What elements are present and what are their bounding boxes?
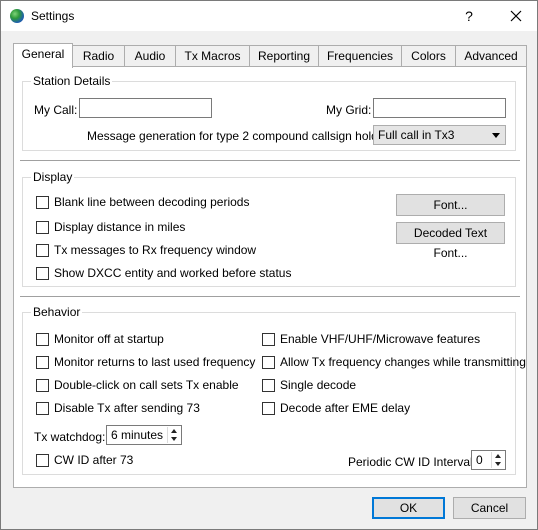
spin-down-icon[interactable]: [171, 437, 177, 441]
spin-down-icon[interactable]: [495, 462, 501, 466]
spin-up-icon[interactable]: [495, 454, 501, 458]
checkbox-box[interactable]: [262, 356, 275, 369]
station-details-group: Station Details My Call: My Grid: Messag…: [22, 74, 516, 151]
font-button[interactable]: Font...: [396, 194, 505, 216]
separator-1: [20, 160, 520, 161]
display-group: Display Blank line between decoding peri…: [22, 170, 516, 287]
tab-tx-macros[interactable]: Tx Macros: [175, 45, 250, 67]
checkbox-box[interactable]: [262, 402, 275, 415]
tx-watchdog-spinbox[interactable]: 6 minutes: [106, 425, 182, 445]
checkbox-label: Double-click on call sets Tx enable: [54, 378, 239, 392]
behavior-title: Behavior: [31, 305, 83, 319]
checkbox-box[interactable]: [36, 221, 49, 234]
tx-watchdog-value: 6 minutes: [111, 428, 164, 442]
checkbox-label: Blank line between decoding periods: [54, 195, 250, 209]
checkbox-box[interactable]: [36, 402, 49, 415]
title-bar: Settings ?: [1, 1, 537, 31]
general-tab-panel: Station Details My Call: My Grid: Messag…: [13, 66, 527, 488]
ok-button[interactable]: OK: [372, 497, 445, 519]
checkbox-label: Tx messages to Rx frequency window: [54, 243, 257, 257]
tab-frequencies[interactable]: Frequencies: [318, 45, 402, 67]
spin-buttons[interactable]: [167, 427, 180, 443]
checkbox-box[interactable]: [262, 379, 275, 392]
tab-colors[interactable]: Colors: [401, 45, 456, 67]
app-globe-icon: [10, 9, 24, 23]
checkbox-label: Monitor returns to last used frequency: [54, 355, 256, 369]
checkbox-label: Disable Tx after sending 73: [54, 401, 200, 415]
chevron-down-icon: [492, 133, 500, 138]
checkbox-box[interactable]: [36, 196, 49, 209]
checkbox-label: Single decode: [280, 378, 357, 392]
tab-general[interactable]: General: [13, 43, 73, 68]
checkbox-box[interactable]: [36, 454, 49, 467]
station-details-title: Station Details: [31, 74, 113, 88]
behavior-group: Behavior Monitor off at startup Monitor …: [22, 305, 526, 475]
tab-audio[interactable]: Audio: [124, 45, 176, 67]
checkbox-label: CW ID after 73: [54, 453, 134, 467]
tab-radio[interactable]: Radio: [72, 45, 125, 67]
tab-advanced[interactable]: Advanced: [455, 45, 527, 67]
msg-gen-label: Message generation for type 2 compound c…: [87, 129, 398, 143]
periodic-cw-value: 0: [476, 453, 483, 467]
checkbox-box[interactable]: [36, 244, 49, 257]
close-button[interactable]: [501, 5, 531, 27]
help-button[interactable]: ?: [457, 5, 481, 27]
checkbox-box[interactable]: [262, 333, 275, 346]
my-call-input[interactable]: [79, 98, 212, 118]
close-icon: [510, 10, 522, 22]
checkbox-label: Display distance in miles: [54, 220, 186, 234]
spin-up-icon[interactable]: [171, 429, 177, 433]
checkbox-box[interactable]: [36, 267, 49, 280]
spin-buttons[interactable]: [491, 452, 504, 468]
cancel-button[interactable]: Cancel: [453, 497, 526, 519]
my-grid-input[interactable]: [373, 98, 506, 118]
window-title: Settings: [31, 9, 75, 23]
msg-gen-value: Full call in Tx3: [378, 128, 455, 142]
checkbox-label: Monitor off at startup: [54, 332, 164, 346]
separator-2: [20, 296, 520, 297]
checkbox-label: Decode after EME delay: [280, 401, 411, 415]
tab-reporting[interactable]: Reporting: [249, 45, 319, 67]
tx-watchdog-label: Tx watchdog:: [34, 430, 106, 444]
checkbox-box[interactable]: [36, 356, 49, 369]
checkbox-label: Allow Tx frequency changes while transmi…: [280, 355, 526, 369]
periodic-cw-label: Periodic CW ID Interval:: [348, 455, 477, 469]
display-title: Display: [31, 170, 75, 184]
periodic-cw-spinbox[interactable]: 0: [471, 450, 506, 470]
msg-gen-select[interactable]: Full call in Tx3: [373, 125, 506, 145]
checkbox-box[interactable]: [36, 333, 49, 346]
checkbox-label: Show DXCC entity and worked before statu…: [54, 266, 292, 280]
decoded-text-font-button[interactable]: Decoded Text Font...: [396, 222, 505, 260]
my-call-label: My Call:: [34, 103, 78, 117]
checkbox-label: Enable VHF/UHF/Microwave features: [280, 332, 481, 346]
settings-window: Settings ? General Radio Audio Tx Macros…: [0, 0, 538, 530]
my-grid-label: My Grid:: [326, 103, 372, 117]
checkbox-box[interactable]: [36, 379, 49, 392]
